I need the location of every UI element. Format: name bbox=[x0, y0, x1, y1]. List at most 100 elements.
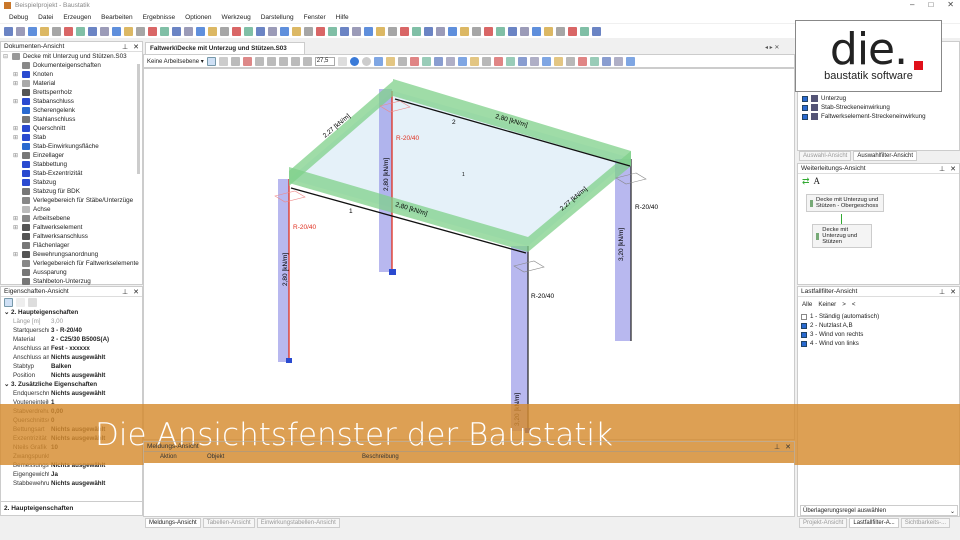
tree-item[interactable]: Scherengelenk bbox=[13, 106, 142, 115]
tree-item[interactable]: Stab-Einwirkungsfläche bbox=[13, 142, 142, 151]
view-option-icon[interactable] bbox=[614, 57, 623, 66]
menu-darstellung[interactable]: Darstellung bbox=[256, 14, 299, 21]
report-icon[interactable] bbox=[568, 27, 577, 36]
sort-az-icon[interactable] bbox=[16, 298, 25, 307]
zoom-select-icon[interactable] bbox=[219, 57, 228, 66]
duplicate-icon[interactable] bbox=[172, 27, 181, 36]
property-pages-icon[interactable] bbox=[28, 298, 37, 307]
property-value[interactable]: Nichts ausgewählt bbox=[49, 372, 105, 379]
property-value[interactable]: Nichts ausgewählt bbox=[49, 354, 105, 361]
refresh-icon[interactable]: ⇄ bbox=[802, 176, 810, 187]
undo-icon[interactable] bbox=[184, 27, 193, 36]
tree-item[interactable]: Stahlbeton-Unterzug bbox=[13, 277, 142, 286]
tree-item[interactable]: ⊞Knoten bbox=[13, 70, 142, 79]
close-icon[interactable]: ✕ bbox=[950, 165, 956, 173]
zoom-out-icon[interactable] bbox=[243, 57, 252, 66]
tree-item[interactable]: Faltwerksanschluss bbox=[13, 232, 142, 241]
property-row[interactable]: Anschluss am EndNichts ausgewählt bbox=[1, 353, 142, 362]
property-value[interactable]: 3 - R-20/40 bbox=[49, 327, 82, 334]
view-option-icon[interactable] bbox=[518, 57, 527, 66]
tree-item[interactable]: ⊞Einzellager bbox=[13, 151, 142, 160]
tree-item[interactable]: Achse bbox=[13, 205, 142, 214]
save-as-icon[interactable] bbox=[40, 27, 49, 36]
load4-icon[interactable] bbox=[328, 27, 337, 36]
menu-datei[interactable]: Datei bbox=[33, 14, 58, 21]
chart-icon[interactable] bbox=[532, 27, 541, 36]
tree-item[interactable]: ⊞Arbeitsebene bbox=[13, 214, 142, 223]
forward-node[interactable]: Decke mit Unterzug und Stützen bbox=[812, 224, 872, 248]
tree-item[interactable]: ⊞Stabanschluss bbox=[13, 97, 142, 106]
column-header-description[interactable]: Beschreibung bbox=[362, 454, 399, 460]
maximize-button[interactable]: □ bbox=[928, 0, 933, 9]
view-option-icon[interactable] bbox=[554, 57, 563, 66]
expand-icon[interactable]: ⊞ bbox=[13, 152, 22, 159]
close-icon[interactable]: ✕ bbox=[133, 43, 139, 51]
stair-icon[interactable] bbox=[472, 27, 481, 36]
slab-icon[interactable] bbox=[412, 27, 421, 36]
tree-item[interactable]: Dokumenteigenschaften bbox=[13, 61, 142, 70]
close-icon[interactable]: ✕ bbox=[133, 288, 139, 296]
menu-fenster[interactable]: Fenster bbox=[299, 14, 331, 21]
close-icon[interactable]: ✕ bbox=[950, 288, 956, 296]
select-all-button[interactable]: Alle bbox=[802, 301, 812, 308]
property-row[interactable]: Startquerschnitt3 - R-20/40 bbox=[1, 326, 142, 335]
edit-icon[interactable] bbox=[364, 27, 373, 36]
section-additional-properties[interactable]: ⌄ 3. Zusätzliche Eigenschaften bbox=[1, 380, 142, 389]
checkbox[interactable] bbox=[802, 105, 808, 111]
checkbox[interactable] bbox=[801, 341, 807, 347]
view-option-icon[interactable] bbox=[578, 57, 587, 66]
expand-icon[interactable]: ⊞ bbox=[13, 251, 22, 258]
tab-document[interactable]: Faltwerk\Decke mit Unterzug und Stützen.… bbox=[145, 42, 305, 54]
tree-item[interactable]: Stabzug bbox=[13, 178, 142, 187]
zoom-spinner[interactable] bbox=[338, 57, 347, 66]
house-icon[interactable] bbox=[220, 27, 229, 36]
rotate-icon[interactable] bbox=[303, 57, 312, 66]
column-icon[interactable] bbox=[448, 27, 457, 36]
results-icon[interactable] bbox=[520, 27, 529, 36]
close-icon[interactable]: ✕ bbox=[785, 443, 791, 451]
tab-messages[interactable]: Meldungs-Ansicht bbox=[145, 518, 201, 528]
checkbox[interactable] bbox=[802, 114, 808, 120]
tab-tables[interactable]: Tabellen-Ansicht bbox=[203, 518, 255, 528]
checkbox[interactable] bbox=[801, 323, 807, 329]
property-row[interactable]: EndquerschnittNichts ausgewählt bbox=[1, 389, 142, 398]
checkbox[interactable] bbox=[801, 314, 807, 320]
zoom-input[interactable]: 27,5 bbox=[315, 57, 335, 66]
expand-icon[interactable]: ⊞ bbox=[13, 98, 22, 105]
prev-button[interactable]: < bbox=[852, 301, 856, 308]
workplane-dropdown[interactable]: Keine Arbeitsebene ▾ bbox=[147, 58, 204, 65]
save-icon[interactable] bbox=[28, 27, 37, 36]
font-icon[interactable]: A bbox=[814, 176, 821, 187]
tree-item[interactable]: Verlegebereich für Faltwerkselemente bbox=[13, 259, 142, 268]
tree-item[interactable]: Stabzug für BDK bbox=[13, 187, 142, 196]
filter-item[interactable]: Stab-Streckeneinwirkung bbox=[802, 103, 926, 112]
tree-item[interactable]: ⊞Stab bbox=[13, 133, 142, 142]
select-icon[interactable] bbox=[207, 57, 216, 66]
pin-icon[interactable]: ⊥ bbox=[939, 165, 945, 173]
property-value[interactable]: 2 - C25/30 B500S(A) bbox=[49, 336, 109, 343]
property-value[interactable]: Nichts ausgewählt bbox=[49, 390, 105, 397]
view-option-icon[interactable] bbox=[602, 57, 611, 66]
load3-icon[interactable] bbox=[316, 27, 325, 36]
loadcase-item[interactable]: 3 - Wind von rechts bbox=[801, 330, 959, 339]
word-icon[interactable] bbox=[112, 27, 121, 36]
opening-icon[interactable] bbox=[424, 27, 433, 36]
menu-ergebnisse[interactable]: Ergebnisse bbox=[138, 14, 181, 21]
menu-hilfe[interactable]: Hilfe bbox=[331, 14, 354, 21]
view-option-icon[interactable] bbox=[506, 57, 515, 66]
loadcase-item[interactable]: 4 - Wind von links bbox=[801, 339, 959, 348]
view-option-icon[interactable] bbox=[470, 57, 479, 66]
tree-item[interactable]: Brettsperrholz bbox=[13, 88, 142, 97]
scrollbar[interactable] bbox=[137, 64, 140, 174]
cut-icon[interactable] bbox=[508, 27, 517, 36]
tree-item[interactable]: Aussparung bbox=[13, 268, 142, 277]
close-button[interactable]: ✕ bbox=[947, 0, 954, 9]
view-option-icon[interactable] bbox=[494, 57, 503, 66]
view-option-icon[interactable] bbox=[446, 57, 455, 66]
checkbox[interactable] bbox=[802, 96, 808, 102]
minimize-button[interactable]: – bbox=[910, 0, 914, 9]
tab-action-tables[interactable]: Einwirkungstabellen-Ansicht bbox=[257, 518, 340, 528]
tree-item[interactable]: Verlegebereich für Stäbe/Unterzüge bbox=[13, 196, 142, 205]
new-icon[interactable] bbox=[4, 27, 13, 36]
beam-icon[interactable] bbox=[400, 27, 409, 36]
